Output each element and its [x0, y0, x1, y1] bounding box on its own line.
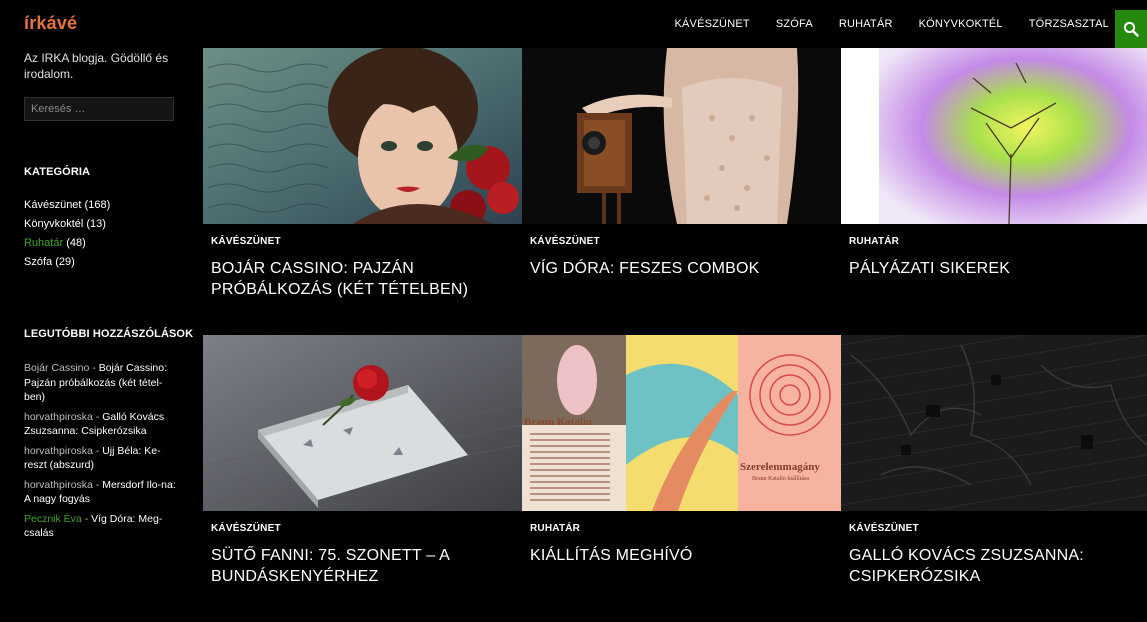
- post-title[interactable]: KIÁLLÍTÁS MEGHÍVÓ: [530, 545, 820, 566]
- recent-comments-title: LEGUTÓBBI HOZZÁSZÓLÁSOK: [24, 328, 194, 340]
- dark-pattern-image: [841, 335, 1147, 511]
- search-icon: [1123, 21, 1139, 37]
- nav-item-szofa[interactable]: SZÓFA: [776, 18, 813, 30]
- category-count: (48): [66, 237, 86, 249]
- post-card: KÁVÉSZÜNET VÍG DÓRA: FESZES COMBOK: [522, 48, 841, 335]
- category-count: (29): [55, 256, 75, 268]
- nav-item-konyvkoktel[interactable]: KÖNYVKOKTÉL: [919, 18, 1003, 30]
- category-item: Szófa (29): [24, 255, 110, 274]
- post-thumbnail[interactable]: [522, 48, 841, 224]
- post-category[interactable]: KÁVÉSZÜNET: [849, 523, 919, 534]
- book-rose-image: [203, 335, 522, 511]
- comment-author[interactable]: Bojár Cassino: [24, 362, 89, 374]
- category-list: Kávészünet (168) Könyvkoktél (13) Ruhatá…: [24, 198, 110, 274]
- post-thumbnail[interactable]: [841, 48, 1147, 224]
- recent-comments-list: Bojár Cassino - Bojár Cassino: Pajzán pr…: [24, 361, 176, 546]
- post-title[interactable]: GALLÓ KOVÁCS ZSUZSANNA: CSIPKERÓZSIKA: [849, 545, 1139, 587]
- post-category[interactable]: KÁVÉSZÜNET: [211, 236, 281, 247]
- comment-separator: -: [92, 410, 103, 423]
- comment-item: horvathpiroska - Ujj Béla: Ke-reszt (abs…: [24, 444, 176, 473]
- main-nav: KÁVÉSZÜNET SZÓFA RUHATÁR KÖNYVKOKTÉL TÖR…: [648, 0, 1109, 48]
- comment-separator: -: [92, 478, 103, 491]
- comment-author[interactable]: Pecznik Éva: [24, 513, 82, 525]
- nav-item-ruhatar[interactable]: RUHATÁR: [839, 18, 893, 30]
- comment-separator: -: [92, 444, 103, 457]
- post-category[interactable]: KÁVÉSZÜNET: [530, 236, 600, 247]
- category-link[interactable]: Kávészünet: [24, 199, 81, 211]
- post-card: KÁVÉSZÜNET GALLÓ KOVÁCS ZSUZSANNA: CSIPK…: [841, 335, 1147, 622]
- category-item: Könyvkoktél (13): [24, 217, 110, 236]
- camera-woman-image: [522, 48, 841, 224]
- post-thumbnail[interactable]: [203, 48, 522, 224]
- post-category[interactable]: RUHATÁR: [849, 236, 899, 247]
- category-count: (13): [86, 218, 106, 230]
- comment-author[interactable]: horvathpiroska: [24, 445, 93, 457]
- comment-item: Pecznik Éva - Víg Dóra: Meg-csalás: [24, 512, 176, 541]
- post-thumbnail[interactable]: [203, 335, 522, 511]
- poster-subtitle: Braun Katalin kiállítása: [752, 476, 809, 482]
- category-item: Kávészünet (168): [24, 198, 110, 217]
- top-bar: írkávé KÁVÉSZÜNET SZÓFA RUHATÁR KÖNYVKOK…: [0, 0, 1147, 48]
- post-category[interactable]: KÁVÉSZÜNET: [211, 523, 281, 534]
- nav-item-kaveszunet[interactable]: KÁVÉSZÜNET: [674, 18, 749, 30]
- vintage-woman-image: [203, 48, 522, 224]
- post-title[interactable]: VÍG DÓRA: FESZES COMBOK: [530, 258, 820, 279]
- site-title[interactable]: írkávé: [24, 13, 77, 34]
- search-toggle-button[interactable]: [1115, 10, 1147, 48]
- post-category[interactable]: RUHATÁR: [530, 523, 580, 534]
- comment-item: Bojár Cassino - Bojár Cassino: Pajzán pr…: [24, 361, 176, 405]
- exhibition-poster-image: Braun Katalin Szerelemmagány Braun Katal…: [522, 335, 841, 511]
- category-link[interactable]: Ruhatár: [24, 237, 63, 249]
- comment-separator: -: [81, 512, 92, 525]
- category-item: Ruhatár (48): [24, 236, 110, 255]
- post-title[interactable]: BOJÁR CASSINO: PAJZÁN PRÓBÁLKOZÁS (KÉT T…: [211, 258, 501, 300]
- comment-item: horvathpiroska - Galló Kovács Zsuzsanna:…: [24, 410, 176, 439]
- post-grid: KÁVÉSZÜNET BOJÁR CASSINO: PAJZÁN PRÓBÁLK…: [203, 48, 1147, 622]
- search-input[interactable]: [24, 97, 174, 121]
- category-link[interactable]: Könyvkoktél: [24, 218, 83, 230]
- comment-author[interactable]: horvathpiroska: [24, 479, 93, 491]
- post-title[interactable]: SÜTŐ FANNI: 75. SZONETT – A BUNDÁSKENYÉR…: [211, 545, 501, 587]
- poster-name: Braun Katalin: [524, 416, 592, 428]
- post-thumbnail[interactable]: [841, 335, 1147, 511]
- category-link[interactable]: Szófa: [24, 256, 52, 268]
- post-title[interactable]: PÁLYÁZATI SIKEREK: [849, 258, 1139, 279]
- categories-title: KATEGÓRIA: [24, 166, 91, 178]
- tree-painting-image: [841, 48, 1147, 224]
- comment-separator: -: [89, 362, 99, 374]
- site-description: Az IRKA blogja. Gödöllő és irodalom.: [24, 51, 169, 81]
- comment-item: horvathpiroska - Mersdorf Ilo-na: A nagy…: [24, 478, 176, 507]
- nav-item-torzsasztal[interactable]: TÖRZSASZTAL: [1029, 18, 1109, 30]
- post-card: KÁVÉSZÜNET BOJÁR CASSINO: PAJZÁN PRÓBÁLK…: [203, 48, 522, 335]
- post-card: Braun Katalin Szerelemmagány Braun Katal…: [522, 335, 841, 622]
- post-card: KÁVÉSZÜNET SÜTŐ FANNI: 75. SZONETT – A B…: [203, 335, 522, 622]
- post-card: RUHATÁR PÁLYÁZATI SIKEREK: [841, 48, 1147, 335]
- poster-title: Szerelemmagány: [740, 461, 820, 473]
- post-thumbnail[interactable]: Braun Katalin Szerelemmagány Braun Katal…: [522, 335, 841, 511]
- comment-author[interactable]: horvathpiroska: [24, 411, 93, 423]
- category-count: (168): [84, 199, 111, 211]
